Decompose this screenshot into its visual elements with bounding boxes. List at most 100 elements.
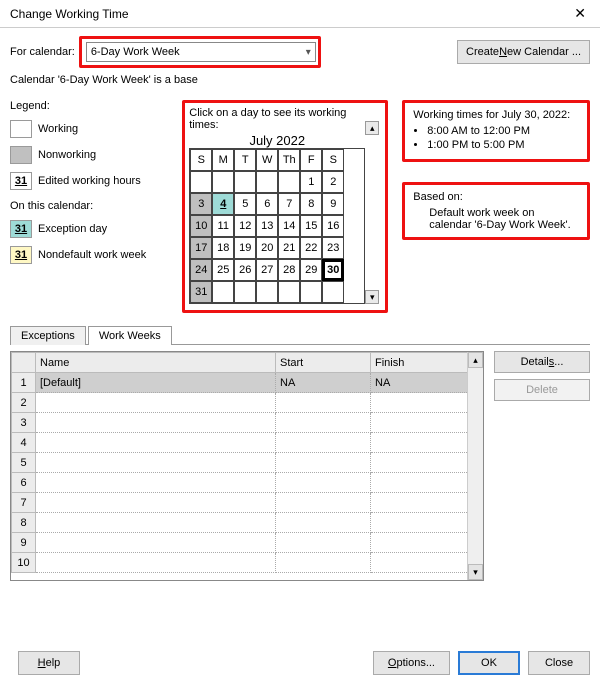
row-number[interactable]: 1 (12, 373, 36, 393)
cell-start[interactable] (276, 493, 371, 513)
calendar-day[interactable]: 25 (212, 259, 234, 281)
table-row[interactable]: 7 (12, 493, 483, 513)
col-header-finish[interactable]: Finish (371, 353, 483, 373)
table-row[interactable]: 3 (12, 413, 483, 433)
cell-start[interactable] (276, 413, 371, 433)
calendar-day[interactable]: 16 (322, 215, 344, 237)
row-number[interactable]: 7 (12, 493, 36, 513)
close-icon[interactable]: ✕ (566, 3, 594, 24)
table-row[interactable]: 4 (12, 433, 483, 453)
calendar-day[interactable]: 9 (322, 193, 344, 215)
calendar-day[interactable]: 2 (322, 171, 344, 193)
cell-start[interactable] (276, 513, 371, 533)
row-number[interactable]: 9 (12, 533, 36, 553)
row-number[interactable]: 5 (12, 453, 36, 473)
row-number[interactable]: 3 (12, 413, 36, 433)
calendar-prev-button[interactable]: ▴ (365, 121, 379, 135)
cell-name[interactable] (36, 413, 276, 433)
calendar-day[interactable]: 19 (234, 237, 256, 259)
calendar-day[interactable]: 4 (212, 193, 234, 215)
cell-name[interactable] (36, 553, 276, 573)
calendar-day[interactable]: 5 (234, 193, 256, 215)
calendar-day[interactable]: 26 (234, 259, 256, 281)
cell-finish[interactable]: NA (371, 373, 483, 393)
table-row[interactable]: 9 (12, 533, 483, 553)
ok-button[interactable]: OK (458, 651, 520, 675)
table-row[interactable]: 10 (12, 553, 483, 573)
table-row[interactable]: 8 (12, 513, 483, 533)
calendar-day[interactable]: 6 (256, 193, 278, 215)
table-scrollbar[interactable]: ▴ ▾ (467, 352, 483, 580)
table-row[interactable]: 5 (12, 453, 483, 473)
cell-name[interactable] (36, 533, 276, 553)
legend-title: Legend: (10, 100, 174, 112)
calendar-day[interactable]: 10 (190, 215, 212, 237)
help-button[interactable]: Help (18, 651, 80, 675)
cell-start[interactable]: NA (276, 373, 371, 393)
row-number[interactable]: 8 (12, 513, 36, 533)
row-number[interactable]: 6 (12, 473, 36, 493)
cell-finish[interactable] (371, 513, 483, 533)
calendar-day[interactable]: 18 (212, 237, 234, 259)
calendar-day[interactable]: 22 (300, 237, 322, 259)
options-button[interactable]: Options... (373, 651, 450, 675)
calendar-day[interactable]: 30 (322, 259, 344, 281)
create-new-calendar-button[interactable]: Create New Calendar ... (457, 40, 590, 64)
col-header-start[interactable]: Start (276, 353, 371, 373)
calendar-day[interactable]: 12 (234, 215, 256, 237)
calendar-day[interactable]: 28 (278, 259, 300, 281)
calendar-day[interactable]: 8 (300, 193, 322, 215)
calendar-day[interactable]: 24 (190, 259, 212, 281)
close-button[interactable]: Close (528, 651, 590, 675)
details-button[interactable]: Details... (494, 351, 590, 373)
calendar-day[interactable]: 15 (300, 215, 322, 237)
calendar-day[interactable]: 31 (190, 281, 212, 303)
row-number[interactable]: 4 (12, 433, 36, 453)
cell-name[interactable] (36, 473, 276, 493)
calendar-day[interactable]: 17 (190, 237, 212, 259)
calendar-day[interactable]: 1 (300, 171, 322, 193)
calendar-day[interactable]: 3 (190, 193, 212, 215)
calendar-day[interactable]: 11 (212, 215, 234, 237)
calendar-day[interactable]: 23 (322, 237, 344, 259)
cell-finish[interactable] (371, 493, 483, 513)
calendar-select[interactable]: 6-Day Work Week ▾ (86, 42, 316, 62)
table-row[interactable]: 1[Default]NANA (12, 373, 483, 393)
cell-start[interactable] (276, 553, 371, 573)
cell-start[interactable] (276, 393, 371, 413)
cell-finish[interactable] (371, 393, 483, 413)
scroll-down-icon[interactable]: ▾ (468, 564, 483, 580)
calendar-day[interactable]: 14 (278, 215, 300, 237)
calendar-day[interactable]: 27 (256, 259, 278, 281)
tab-work-weeks[interactable]: Work Weeks (88, 326, 172, 345)
cell-name[interactable] (36, 453, 276, 473)
row-number[interactable]: 10 (12, 553, 36, 573)
calendar-day[interactable]: 13 (256, 215, 278, 237)
calendar-day[interactable]: 29 (300, 259, 322, 281)
col-header-name[interactable]: Name (36, 353, 276, 373)
cell-finish[interactable] (371, 533, 483, 553)
cell-finish[interactable] (371, 433, 483, 453)
cell-name[interactable] (36, 393, 276, 413)
calendar-next-button[interactable]: ▾ (365, 290, 379, 304)
cell-name[interactable] (36, 433, 276, 453)
tab-exceptions[interactable]: Exceptions (10, 326, 86, 345)
cell-name[interactable] (36, 493, 276, 513)
scroll-up-icon[interactable]: ▴ (468, 352, 483, 368)
row-number[interactable]: 2 (12, 393, 36, 413)
calendar-day[interactable]: 7 (278, 193, 300, 215)
cell-finish[interactable] (371, 473, 483, 493)
cell-start[interactable] (276, 533, 371, 553)
table-row[interactable]: 6 (12, 473, 483, 493)
cell-finish[interactable] (371, 413, 483, 433)
cell-start[interactable] (276, 473, 371, 493)
cell-finish[interactable] (371, 453, 483, 473)
cell-name[interactable] (36, 513, 276, 533)
cell-finish[interactable] (371, 553, 483, 573)
cell-start[interactable] (276, 433, 371, 453)
cell-start[interactable] (276, 453, 371, 473)
table-row[interactable]: 2 (12, 393, 483, 413)
cell-name[interactable]: [Default] (36, 373, 276, 393)
calendar-day[interactable]: 21 (278, 237, 300, 259)
calendar-day[interactable]: 20 (256, 237, 278, 259)
